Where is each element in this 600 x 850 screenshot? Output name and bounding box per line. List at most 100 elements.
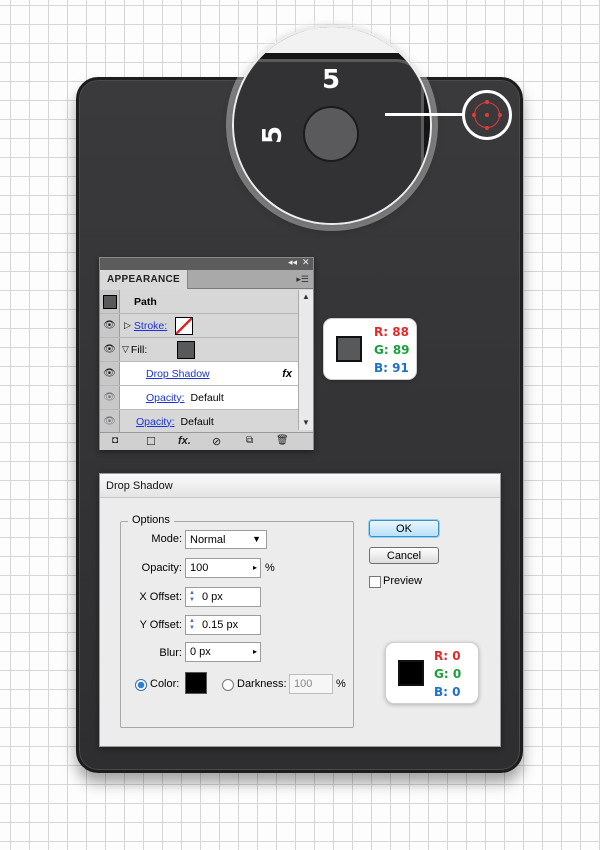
magnifier-connector-line <box>385 113 465 116</box>
collapse-icon[interactable]: ◂◂ <box>288 257 297 268</box>
preview-label: Preview <box>383 575 423 587</box>
panel-footer: ◘ ☐ fx. ⊘ ⧉ 🗑 <box>100 432 313 450</box>
eye-icon[interactable]: 👁 <box>100 386 120 409</box>
path-thumbnail-icon <box>102 294 117 309</box>
crosshair-tick-bottom <box>485 126 489 130</box>
blue-value: B: 91 <box>374 361 409 375</box>
crosshair-tick-top <box>485 100 489 104</box>
row-drop-shadow[interactable]: 👁 Drop Shadow fx <box>100 362 298 386</box>
tab-appearance[interactable]: APPEARANCE <box>100 270 189 289</box>
opacity-value: Default <box>190 391 224 404</box>
darkness-unit: % <box>336 678 346 690</box>
eye-icon[interactable]: 👁 <box>100 314 120 337</box>
color-radio-label: Color: <box>150 678 180 690</box>
collapse-arrow-icon[interactable]: ▽ <box>122 344 129 355</box>
red-value: R: 0 <box>434 649 461 663</box>
add-new-fill-icon[interactable]: ☐ <box>146 435 156 448</box>
crosshair-tick-right <box>498 113 502 117</box>
opacity-unit: % <box>265 562 275 574</box>
dialog-title-bar[interactable]: Drop Shadow <box>100 474 500 498</box>
duplicate-item-icon[interactable]: ⧉ <box>246 435 253 446</box>
appearance-rows: Path 👁 ▷ Stroke: 👁 ▽ Fill: 👁 Drop Shadow… <box>100 290 298 434</box>
dialog-title: Drop Shadow <box>106 480 173 492</box>
drop-shadow-dialog: Drop Shadow Options Mode: Normal ▼ Opaci… <box>99 473 501 747</box>
opacity-link[interactable]: Opacity: <box>136 416 175 428</box>
path-label: Path <box>134 295 157 308</box>
row-fill[interactable]: 👁 ▽ Fill: <box>100 338 298 362</box>
x-offset-label: X Offset: <box>139 591 182 603</box>
eye-icon[interactable]: 👁 <box>100 362 120 385</box>
shadow-color-swatch[interactable] <box>185 672 207 694</box>
panel-topbar: ◂◂ ✕ <box>100 257 313 270</box>
expand-arrow-icon[interactable]: ▷ <box>124 320 131 331</box>
cancel-button[interactable]: Cancel <box>369 547 439 564</box>
mode-select[interactable]: Normal ▼ <box>185 530 267 549</box>
eye-icon[interactable]: 👁 <box>100 410 120 433</box>
magnifier-circle: 5 5 <box>232 25 432 225</box>
add-effect-icon[interactable]: fx. <box>178 435 191 447</box>
green-value: G: 0 <box>434 667 462 681</box>
mode-label: Mode: <box>151 533 182 545</box>
row-stroke[interactable]: 👁 ▷ Stroke: <box>100 314 298 338</box>
red-value: R: 88 <box>374 325 409 339</box>
chevron-right-icon[interactable]: ▸ <box>253 647 257 656</box>
y-offset-value: 0.15 px <box>202 619 239 631</box>
magnifier-left-measure: 5 <box>258 125 289 145</box>
fill-rgb-badge: R: 88 G: 89 B: 91 <box>323 318 417 380</box>
eye-icon[interactable]: 👁 <box>100 338 120 361</box>
stroke-none-swatch[interactable] <box>175 316 194 335</box>
ok-button[interactable]: OK <box>369 520 439 537</box>
panel-menu-icon[interactable]: ▸☰ <box>296 274 309 285</box>
chevron-down-icon: ▼ <box>252 534 261 544</box>
options-legend: Options <box>128 514 174 526</box>
preview-checkbox[interactable] <box>369 576 381 588</box>
clear-appearance-icon[interactable]: ⊘ <box>212 435 221 448</box>
scroll-down-icon[interactable]: ▼ <box>302 418 310 427</box>
row-path[interactable]: Path <box>100 290 298 314</box>
darkness-radio-label: Darkness: <box>237 678 287 690</box>
shadow-color-preview <box>398 660 424 686</box>
darkness-radio[interactable] <box>222 679 234 691</box>
delete-item-icon[interactable]: 🗑 <box>276 435 289 446</box>
chevron-right-icon[interactable]: ▸ <box>253 563 257 572</box>
x-offset-input[interactable]: ▲ ▼ 0 px <box>185 587 261 607</box>
blur-input[interactable]: 0 px ▸ <box>185 642 261 662</box>
scroll-up-icon[interactable]: ▲ <box>302 292 310 301</box>
crosshair-center <box>485 113 489 117</box>
fill-color-swatch <box>336 336 362 362</box>
green-value: G: 89 <box>374 343 410 357</box>
blur-label: Blur: <box>159 647 182 659</box>
opacity-input-value: 100 <box>190 562 209 574</box>
shadow-rgb-badge: R: 0 G: 0 B: 0 <box>385 642 479 704</box>
stroke-label[interactable]: Stroke: <box>134 320 167 332</box>
opacity-label: Opacity: <box>141 562 182 574</box>
close-icon[interactable]: ✕ <box>302 257 310 268</box>
magnified-dot <box>303 106 359 162</box>
drop-shadow-link[interactable]: Drop Shadow <box>146 368 210 380</box>
panel-scrollbar[interactable]: ▲ ▼ <box>298 290 313 430</box>
blue-value: B: 0 <box>434 685 461 699</box>
opacity-link[interactable]: Opacity: <box>146 392 185 404</box>
blur-value: 0 px <box>190 646 211 658</box>
row-opacity-object[interactable]: 👁 Opacity: Default <box>100 410 298 434</box>
x-offset-value: 0 px <box>202 591 223 603</box>
magnifier-top-measure: 5 <box>322 65 341 95</box>
add-new-stroke-icon[interactable]: ◘ <box>112 435 118 446</box>
opacity-value: Default <box>180 415 214 428</box>
panel-tab-row: APPEARANCE ▸☰ <box>100 270 313 289</box>
appearance-panel: ◂◂ ✕ APPEARANCE ▸☰ Path 👁 ▷ Stroke: 👁 ▽ … <box>99 257 314 450</box>
crosshair-tick-left <box>472 113 476 117</box>
darkness-value: 100 <box>294 678 313 690</box>
stepper-icon[interactable]: ▲ ▼ <box>189 618 195 632</box>
y-offset-input[interactable]: ▲ ▼ 0.15 px <box>185 615 261 635</box>
fx-icon: fx <box>282 367 292 380</box>
color-radio[interactable] <box>135 679 147 691</box>
fill-swatch[interactable] <box>177 340 196 359</box>
row-opacity-fill[interactable]: 👁 Opacity: Default <box>100 386 298 410</box>
fill-label[interactable]: Fill: <box>131 344 147 356</box>
opacity-input[interactable]: 100 ▸ <box>185 558 261 578</box>
darkness-input[interactable]: 100 <box>289 674 333 694</box>
mode-value: Normal <box>190 533 226 546</box>
y-offset-label: Y Offset: <box>139 619 182 631</box>
stepper-icon[interactable]: ▲ ▼ <box>189 590 195 604</box>
